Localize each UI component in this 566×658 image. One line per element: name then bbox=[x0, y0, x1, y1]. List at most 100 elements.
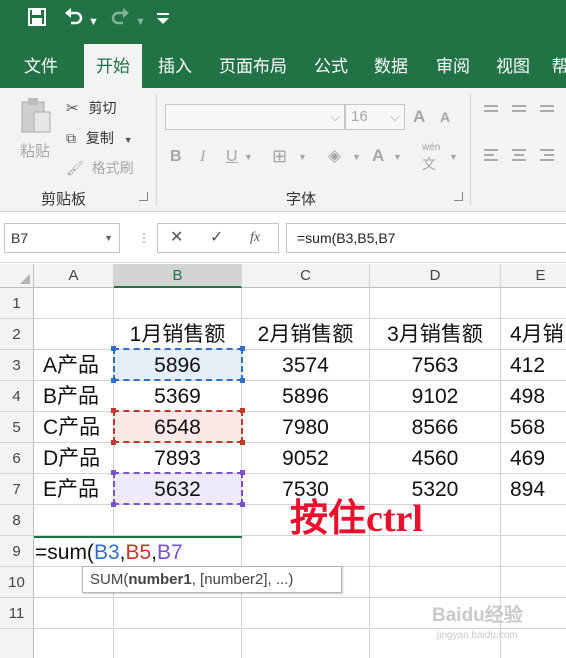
tooltip-function-name[interactable]: SUM( bbox=[90, 571, 128, 588]
product-cell[interactable]: E产品 bbox=[34, 474, 114, 505]
cell[interactable] bbox=[114, 505, 242, 536]
align-top-icon[interactable] bbox=[482, 102, 562, 182]
chevron-down-icon[interactable]: ▼ bbox=[393, 152, 402, 162]
chevron-down-icon[interactable]: ▼ bbox=[244, 152, 253, 162]
tab-view[interactable]: 视图 bbox=[486, 44, 540, 88]
range-handle[interactable] bbox=[240, 408, 245, 413]
cell[interactable] bbox=[242, 288, 370, 319]
tab-file[interactable]: 文件 bbox=[14, 44, 68, 88]
row-header-5[interactable]: 5 bbox=[0, 412, 34, 443]
chevron-down-icon[interactable]: ▼ bbox=[104, 224, 113, 252]
product-cell[interactable]: C产品 bbox=[34, 412, 114, 443]
redo-dropdown-icon[interactable]: ▼ bbox=[135, 10, 146, 34]
header-cell[interactable]: 3月销售额 bbox=[370, 319, 501, 350]
row-header-11[interactable]: 11 bbox=[0, 598, 34, 629]
row-header-6[interactable]: 6 bbox=[0, 443, 34, 474]
bold-button[interactable]: B bbox=[170, 148, 182, 166]
clipboard-launcher-icon[interactable] bbox=[139, 192, 148, 201]
font-name-select[interactable]: ⌵ bbox=[165, 104, 345, 130]
value-cell[interactable]: 568 bbox=[501, 412, 566, 443]
font-size-select[interactable]: 16 ⌵ bbox=[345, 104, 405, 130]
insert-function-icon[interactable]: fx bbox=[250, 224, 260, 252]
cell[interactable] bbox=[34, 598, 114, 629]
chevron-down-icon[interactable]: ▼ bbox=[352, 152, 361, 162]
value-cell[interactable]: 9052 bbox=[242, 443, 370, 474]
tab-page-layout[interactable]: 页面布局 bbox=[212, 44, 294, 88]
undo-dropdown-icon[interactable]: ▼ bbox=[88, 10, 99, 34]
save-icon[interactable] bbox=[28, 8, 46, 32]
value-cell[interactable]: 469 bbox=[501, 443, 566, 474]
copy-button[interactable]: ⧉ 复制 ▼ bbox=[66, 128, 133, 148]
range-handle[interactable] bbox=[111, 502, 116, 507]
value-cell[interactable]: 7893 bbox=[114, 443, 242, 474]
tab-data[interactable]: 数据 bbox=[364, 44, 418, 88]
range-handle[interactable] bbox=[240, 440, 245, 445]
font-launcher-icon[interactable] bbox=[454, 192, 463, 201]
product-cell[interactable]: A产品 bbox=[34, 350, 114, 381]
range-handle[interactable] bbox=[111, 440, 116, 445]
column-header-e[interactable]: E bbox=[501, 264, 566, 288]
tab-home[interactable]: 开始 bbox=[84, 44, 142, 88]
value-cell[interactable]: 5896 bbox=[242, 381, 370, 412]
range-handle[interactable] bbox=[111, 408, 116, 413]
value-cell[interactable]: 4560 bbox=[370, 443, 501, 474]
value-cell[interactable]: 9102 bbox=[370, 381, 501, 412]
cell[interactable] bbox=[34, 319, 114, 350]
header-cell[interactable]: 1月销售额 bbox=[114, 319, 242, 350]
header-cell[interactable]: 4月销 bbox=[501, 319, 566, 350]
cell[interactable] bbox=[501, 505, 566, 536]
row-header-1[interactable]: 1 bbox=[0, 288, 34, 319]
value-cell[interactable]: 412 bbox=[501, 350, 566, 381]
cut-button[interactable]: ✂ 剪切 bbox=[66, 98, 116, 118]
cell[interactable] bbox=[501, 536, 566, 567]
shrink-font-button[interactable]: A bbox=[440, 109, 450, 125]
chevron-down-icon[interactable]: ▼ bbox=[449, 152, 458, 162]
cell[interactable] bbox=[114, 598, 242, 629]
chevron-down-icon[interactable]: ▼ bbox=[298, 152, 307, 162]
cell[interactable] bbox=[370, 567, 501, 598]
cell[interactable] bbox=[370, 288, 501, 319]
cell[interactable] bbox=[34, 288, 114, 319]
fill-color-icon[interactable]: ◈ bbox=[328, 146, 341, 166]
row-header-10[interactable]: 10 bbox=[0, 567, 34, 598]
grow-font-button[interactable]: A bbox=[413, 107, 425, 127]
phonetic-icon[interactable]: wén bbox=[422, 142, 440, 153]
value-cell[interactable]: 3574 bbox=[242, 350, 370, 381]
tab-review[interactable]: 审阅 bbox=[426, 44, 480, 88]
header-cell[interactable]: 2月销售额 bbox=[242, 319, 370, 350]
value-cell[interactable]: 894 bbox=[501, 474, 566, 505]
range-handle[interactable] bbox=[111, 346, 116, 351]
column-header-d[interactable]: D bbox=[370, 264, 501, 288]
value-cell[interactable]: 7563 bbox=[370, 350, 501, 381]
tooltip-current-arg[interactable]: number1 bbox=[128, 571, 191, 588]
range-handle[interactable] bbox=[111, 470, 116, 475]
row-header-4[interactable]: 4 bbox=[0, 381, 34, 412]
font-color-button[interactable]: A bbox=[372, 146, 384, 166]
row-header-7[interactable]: 7 bbox=[0, 474, 34, 505]
name-box[interactable]: B7 ▼ bbox=[4, 223, 120, 253]
cell[interactable] bbox=[501, 567, 566, 598]
row-header-9[interactable]: 9 bbox=[0, 536, 34, 567]
column-header-b[interactable]: B bbox=[114, 264, 242, 288]
cancel-icon[interactable]: ✕ bbox=[170, 224, 183, 252]
cell[interactable] bbox=[242, 598, 370, 629]
italic-button[interactable]: I bbox=[200, 148, 205, 166]
value-cell[interactable]: 7980 bbox=[242, 412, 370, 443]
redo-icon[interactable] bbox=[110, 8, 130, 32]
product-cell[interactable]: D产品 bbox=[34, 443, 114, 474]
enter-icon[interactable]: ✓ bbox=[210, 224, 223, 252]
customize-icon[interactable] bbox=[156, 8, 170, 32]
range-handle[interactable] bbox=[111, 378, 116, 383]
row-header-3[interactable]: 3 bbox=[0, 350, 34, 381]
value-cell[interactable]: 8566 bbox=[370, 412, 501, 443]
cell[interactable] bbox=[114, 629, 242, 658]
range-handle[interactable] bbox=[240, 346, 245, 351]
value-cell[interactable]: 5369 bbox=[114, 381, 242, 412]
paste-button[interactable]: 粘贴 bbox=[14, 96, 58, 166]
undo-icon[interactable] bbox=[64, 8, 84, 32]
active-edit-cell[interactable]: =sum(B3,B5,B7 bbox=[34, 536, 242, 567]
borders-icon[interactable]: ⊞ bbox=[272, 146, 287, 167]
tab-formulas[interactable]: 公式 bbox=[304, 44, 358, 88]
cell[interactable] bbox=[34, 505, 114, 536]
row-header-2[interactable]: 2 bbox=[0, 319, 34, 350]
